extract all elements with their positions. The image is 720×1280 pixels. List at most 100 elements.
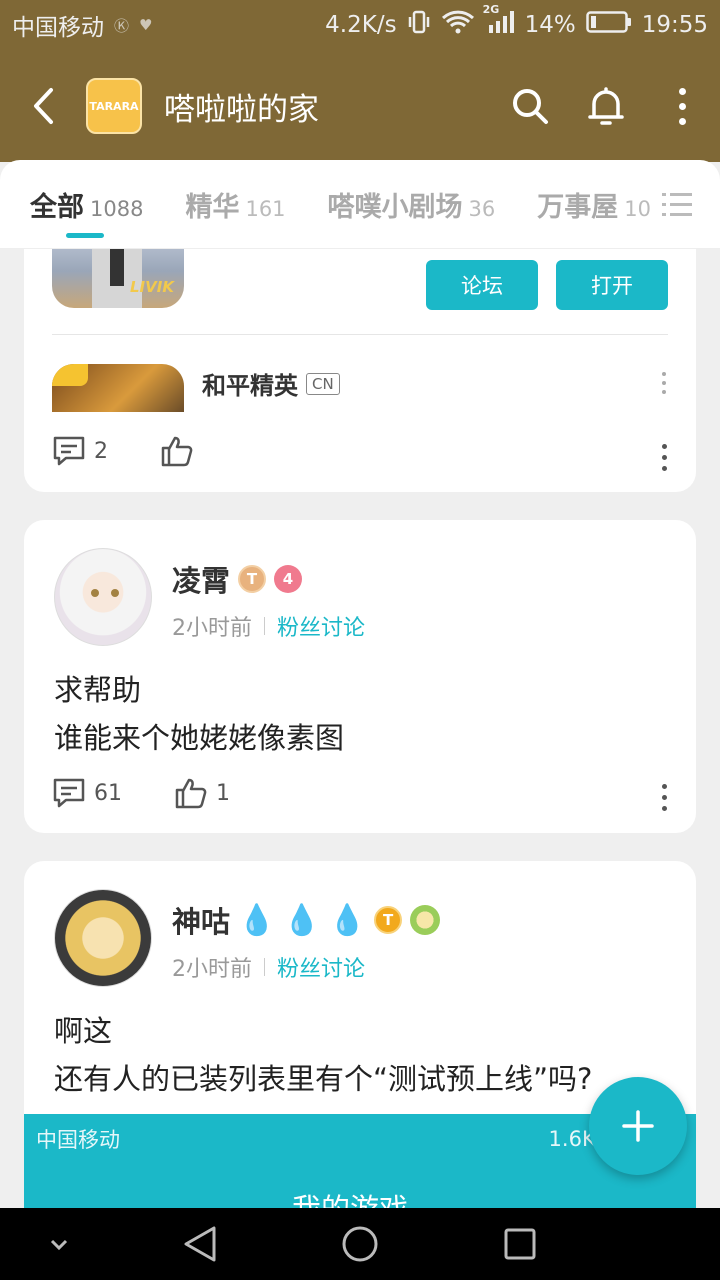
tab-all[interactable]: 全部 1088 (30, 185, 144, 238)
post-content[interactable]: 啊这 还有人的已装列表里有个“测试预上线”吗? (54, 1007, 592, 1103)
notification-button[interactable] (568, 68, 644, 144)
game-name-text: 和平精英 (202, 372, 298, 400)
network-type-label: 2G (482, 3, 500, 16)
comment-count: 2 (94, 438, 108, 464)
chevron-down-icon (50, 1239, 68, 1251)
forum-button[interactable]: 论坛 (426, 260, 538, 310)
tab-count: 161 (245, 196, 286, 221)
tab-count: 10 (624, 196, 652, 221)
category-tabs: 全部 1088 精华 161 嗒噗小剧场 36 万事屋 10 (0, 160, 720, 249)
like-button[interactable]: 1 (174, 776, 230, 810)
avatar[interactable] (54, 889, 152, 987)
post-category[interactable]: 粉丝讨论 (277, 610, 365, 642)
search-icon (513, 89, 548, 124)
tab-active-indicator (66, 232, 104, 238)
home-nav-button[interactable] (336, 1222, 384, 1266)
character-badge-icon (410, 905, 441, 935)
new-post-button[interactable] (589, 1077, 687, 1175)
post-line: 谁能来个她姥姥像素图 (54, 721, 345, 755)
post-actions: 2 (52, 434, 194, 468)
level-badge: T (238, 565, 267, 593)
back-button[interactable] (0, 50, 86, 162)
more-vertical-icon (678, 87, 686, 125)
tab-label: 万事屋 (537, 191, 619, 223)
post-content[interactable]: 求帮助 谁能来个她姥姥像素图 (54, 666, 344, 762)
level-badge: T (374, 906, 403, 934)
tab-featured[interactable]: 精华 161 (185, 185, 285, 224)
nfc-icon: Ⓚ (114, 16, 130, 35)
comment-icon (53, 436, 85, 466)
separator (264, 958, 265, 976)
image-carrier: 中国移动 (36, 1128, 120, 1152)
system-nav-bar (0, 1208, 720, 1280)
rank-badge: 4 (274, 565, 303, 593)
post-line: 还有人的已装列表里有个“测试预上线”吗? (54, 1062, 593, 1096)
username[interactable]: 凌霄 T 4 (172, 558, 303, 600)
triangle-back-icon (184, 1226, 216, 1262)
username[interactable]: 神咕 💧 💧 💧 T (172, 899, 441, 941)
username-text: 凌霄 (172, 564, 231, 598)
tab-general-store[interactable]: 万事屋 10 (537, 185, 651, 224)
image-title: 我的游戏 (292, 1186, 408, 1208)
recents-nav-button[interactable] (498, 1224, 542, 1264)
vibrate-icon (407, 9, 431, 41)
comment-icon (53, 778, 85, 808)
status-bar: 中国移动 Ⓚ ♥ 4.2K/s 2G 14% 19:55 (0, 0, 720, 50)
thumbs-up-icon (175, 778, 207, 809)
thumbnail-badge (52, 364, 88, 386)
post-meta: 2小时前 粉丝讨论 (172, 951, 365, 983)
more-menu-button[interactable] (644, 68, 720, 144)
tab-theater[interactable]: 嗒噗小剧场 36 (328, 185, 496, 224)
forum-logo-text: TARARA (89, 99, 139, 113)
post-more-button[interactable] (662, 444, 667, 471)
page-title: 嗒啦啦的家 (164, 91, 319, 128)
post-card[interactable]: 凌霄 T 4 2小时前 粉丝讨论 求帮助 谁能来个她姥姥像素图 61 1 (24, 520, 696, 833)
back-nav-button[interactable] (176, 1224, 224, 1264)
comment-button[interactable]: 61 (52, 776, 122, 810)
notification-icon: ♥ (139, 16, 153, 34)
forum-logo[interactable]: TARARA (86, 78, 142, 134)
signal-icon: 2G (483, 3, 515, 41)
separator (264, 617, 265, 635)
search-button[interactable] (492, 68, 568, 144)
thumbnail-text: LIVIK (130, 278, 174, 296)
post-category[interactable]: 粉丝讨论 (277, 951, 365, 983)
bell-icon (588, 87, 624, 125)
chevron-left-icon (34, 88, 53, 124)
region-badge: CN (306, 372, 340, 395)
divider (52, 334, 668, 335)
water-drop-icon: 💧 (283, 902, 321, 938)
tab-label: 精华 (185, 191, 240, 223)
post-time: 2小时前 (172, 616, 252, 641)
game-more-button[interactable] (662, 372, 666, 394)
plus-icon (622, 1110, 654, 1142)
post-meta: 2小时前 粉丝讨论 (172, 610, 365, 642)
username-text: 神咕 (172, 905, 231, 939)
battery-icon (585, 10, 632, 40)
clock: 19:55 (641, 12, 708, 38)
list-icon (662, 193, 692, 216)
carrier-label: 中国移动 (12, 15, 104, 41)
app-header: TARARA 嗒啦啦的家 (0, 50, 720, 162)
battery-percent: 14% (524, 12, 576, 38)
open-button[interactable]: 打开 (556, 260, 668, 310)
collapse-button[interactable] (44, 1230, 74, 1260)
avatar[interactable] (54, 548, 152, 646)
water-drop-icon: 💧 (328, 902, 367, 938)
game-list-item[interactable] (24, 356, 696, 412)
circle-home-icon (342, 1226, 378, 1262)
tab-list-button[interactable] (662, 192, 692, 222)
post-line: 求帮助 (54, 673, 142, 707)
game-name: 和平精英 CN (202, 366, 340, 401)
tab-label: 全部 (30, 191, 84, 223)
post-actions: 61 1 (52, 776, 230, 810)
post-time: 2小时前 (172, 957, 252, 982)
tab-label: 嗒噗小剧场 (327, 191, 463, 223)
thumbs-up-icon (161, 436, 193, 467)
post-more-button[interactable] (662, 784, 667, 811)
comment-button[interactable]: 2 (52, 434, 108, 468)
tab-count: 1088 (90, 196, 144, 221)
post-line: 啊这 (54, 1014, 113, 1048)
like-button[interactable] (160, 434, 194, 468)
comment-count: 61 (94, 780, 122, 806)
